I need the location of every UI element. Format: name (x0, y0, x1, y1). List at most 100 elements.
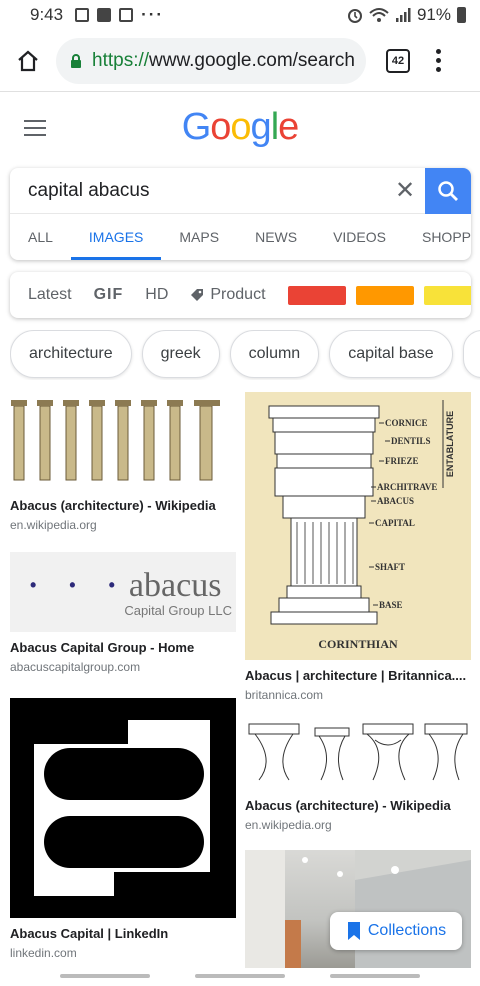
result-title[interactable]: Abacus (architecture) - Wikipedia (10, 498, 236, 513)
filter-gif[interactable]: GIF (94, 286, 124, 304)
home-icon (18, 50, 38, 71)
filter-latest[interactable]: Latest (28, 286, 72, 304)
color-filter-yellow[interactable] (423, 285, 471, 305)
logo-letter: G (181, 106, 212, 148)
filter-product[interactable]: Product (190, 286, 266, 304)
filter-hd[interactable]: HD (145, 286, 168, 304)
diagram-label: FRIEZE (385, 456, 419, 466)
result-source: en.wikipedia.org (245, 818, 332, 832)
filter-bar: Latest GIF HD Product (10, 272, 471, 318)
result-title[interactable]: Abacus | architecture | Britannica.... (245, 668, 471, 683)
image-result[interactable]: Abacus (architecture) - Wikipedia en.wik… (10, 392, 236, 532)
diagram-label: SHAFT (375, 562, 405, 572)
system-nav-bar (0, 968, 480, 986)
tab-videos[interactable]: VIDEOS (315, 214, 404, 260)
logo-letter: e (278, 106, 299, 148)
color-filter-orange[interactable] (355, 285, 414, 305)
result-image-abacus-logo[interactable]: • • • abacus Capital Group LLC (10, 552, 236, 632)
result-source: abacuscapitalgroup.com (10, 660, 141, 674)
related-search-chips: architecture greek column capital base (10, 330, 480, 380)
related-chip[interactable] (462, 330, 480, 378)
result-image-capitals-sketch[interactable] (245, 720, 471, 790)
diagram-label: BASE (379, 600, 403, 610)
search-button[interactable] (425, 167, 471, 214)
logo-letter: o (230, 106, 251, 148)
diagram-label: DENTILS (391, 436, 431, 446)
signal-icon (395, 8, 411, 22)
tag-icon (191, 289, 204, 301)
tab-images[interactable]: IMAGES (70, 214, 162, 260)
news-notification-icon (119, 8, 134, 22)
image-result[interactable]: • • • abacus Capital Group LLC Abacus Ca… (10, 552, 236, 674)
more-notifications-icon: ··· (141, 5, 165, 24)
menu-dot-icon (436, 49, 441, 54)
related-chip[interactable]: column (229, 330, 320, 378)
image-result[interactable]: Abacus (architecture) - Wikipedia en.wik… (245, 720, 471, 832)
diagram-label: CAPITAL (375, 518, 415, 528)
search-icon (438, 180, 458, 201)
result-image-linkedin-logo[interactable] (10, 698, 236, 918)
result-title[interactable]: Abacus Capital | LinkedIn (10, 926, 236, 941)
nav-handle[interactable] (60, 974, 150, 978)
nav-handle[interactable] (330, 974, 420, 978)
result-source: linkedin.com (10, 946, 77, 960)
tab-switcher-button[interactable]: 42 (386, 48, 410, 73)
tab-shopping[interactable]: SHOPPING (404, 214, 471, 260)
related-chip[interactable]: architecture (10, 330, 132, 378)
logo-letter: g (250, 106, 272, 148)
diagram-label: ARCHITRAVE (377, 482, 437, 492)
alarm-icon (347, 9, 362, 23)
related-chip[interactable]: greek (141, 330, 220, 378)
logo-subtitle: Capital Group LLC (124, 602, 232, 618)
diagram-caption: CORINTHIAN (318, 637, 398, 651)
google-header: Google (0, 96, 480, 162)
url-domain: www.google.com/search (149, 49, 355, 71)
status-bar: 9:43 ··· 91% (0, 0, 480, 30)
image-result[interactable]: ENTABLATURE CORNICE DENTILS FRIEZE ARCHITRA… (245, 392, 471, 702)
google-logo[interactable]: Google (0, 106, 480, 149)
url-scheme: https:// (92, 49, 150, 71)
clear-search-button[interactable]: ✕ (385, 168, 425, 214)
classical-columns-image (11, 400, 220, 481)
image-result[interactable]: Abacus Capital | LinkedIn linkedin.com (10, 698, 236, 960)
menu-dot-icon (436, 58, 441, 63)
url-text: https://www.google.com/search (92, 50, 355, 72)
browser-menu-button[interactable] (436, 49, 441, 72)
diagram-label: ABACUS (377, 496, 414, 506)
bookmark-icon (347, 922, 360, 940)
battery-icon (457, 7, 466, 23)
browser-toolbar: https://www.google.com/search 42 (0, 30, 480, 92)
collections-button[interactable]: Collections (330, 912, 462, 950)
result-title[interactable]: Abacus (architecture) - Wikipedia (245, 798, 471, 813)
diagram-label: CORNICE (385, 418, 428, 428)
result-source: en.wikipedia.org (10, 518, 97, 532)
battery-percent: 91% (416, 5, 451, 24)
tab-all[interactable]: ALL (10, 214, 71, 260)
abacus-capital-logo-image (34, 720, 210, 896)
search-row: capital abacus ✕ (10, 167, 471, 214)
filter-product-label: Product (210, 286, 266, 303)
nav-handle[interactable] (195, 974, 285, 978)
related-chip[interactable]: capital base (329, 330, 453, 378)
result-image-columns[interactable] (10, 392, 236, 490)
result-image-office-photo[interactable] (245, 850, 471, 968)
result-title[interactable]: Abacus Capital Group - Home (10, 640, 236, 655)
result-image-corinthian-diagram[interactable]: ENTABLATURE CORNICE DENTILS FRIEZE ARCHITRA… (245, 392, 471, 660)
logo-dots-icon: • • • (30, 575, 129, 595)
tab-maps[interactable]: MAPS (161, 214, 237, 260)
notification-icons (75, 8, 134, 22)
gallery-notification-icon (75, 8, 90, 22)
color-filter-red[interactable] (287, 285, 346, 305)
result-source: britannica.com (245, 688, 324, 702)
search-input[interactable]: capital abacus (10, 180, 385, 202)
home-button[interactable] (0, 30, 56, 92)
status-right: 91% (347, 5, 466, 25)
logo-letter: o (210, 106, 231, 148)
capitals-sketch-image (248, 723, 468, 781)
tab-news[interactable]: NEWS (237, 214, 315, 260)
image-result[interactable] (245, 850, 471, 968)
facebook-notification-icon (97, 8, 112, 22)
url-bar[interactable]: https://www.google.com/search (56, 37, 366, 84)
search-card: capital abacus ✕ ALL IMAGES MAPS NEWS VIDEOS… (10, 167, 471, 260)
menu-dot-icon (436, 67, 441, 72)
